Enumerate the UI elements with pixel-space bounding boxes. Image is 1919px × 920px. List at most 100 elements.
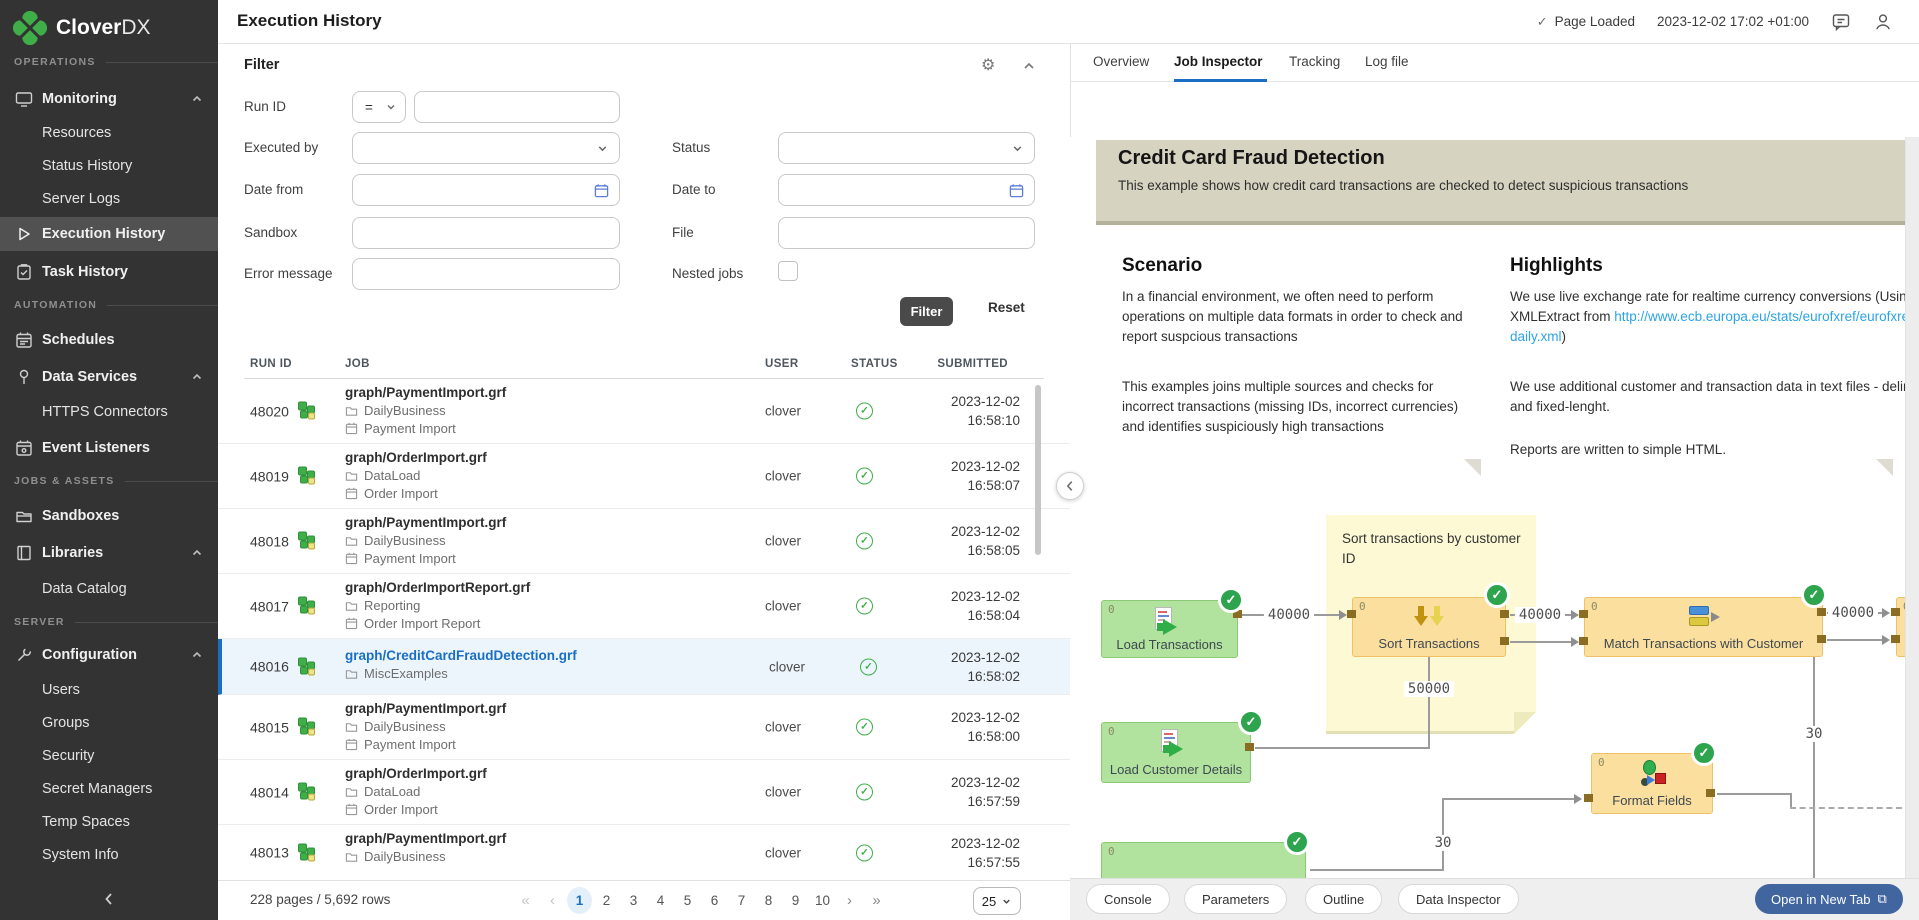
- sidebar-item-resources[interactable]: Resources: [0, 116, 218, 150]
- file-input[interactable]: [778, 217, 1035, 249]
- node-load-transactions[interactable]: 0 Load Transactions: [1101, 600, 1238, 658]
- data-reader-icon: [1159, 729, 1193, 759]
- tab-log-file[interactable]: Log file: [1365, 54, 1409, 69]
- column-header-run-id[interactable]: RUN ID: [250, 358, 292, 370]
- highlights-heading: Highlights: [1510, 255, 1603, 277]
- graph-canvas[interactable]: Credit Card Fraud Detection This example…: [1070, 137, 1919, 878]
- sandbox-input[interactable]: [352, 217, 620, 249]
- node-match-transactions[interactable]: 0 Match Transactions with Customer: [1584, 597, 1823, 657]
- app-title: CloverDX: [56, 16, 151, 40]
- app-logo[interactable]: CloverDX: [13, 11, 151, 45]
- table-row[interactable]: 48017 graph/OrderImportReport.grf Report…: [218, 574, 1070, 639]
- canvas-scrollbar-track[interactable]: [1905, 137, 1919, 878]
- scenario-heading: Scenario: [1122, 255, 1202, 277]
- note-text: Sort transactions by customer ID: [1326, 515, 1536, 569]
- filter-reset-button[interactable]: Reset: [988, 300, 1025, 315]
- filter-collapse-chevron-icon[interactable]: [1021, 59, 1037, 73]
- column-header-job[interactable]: JOB: [345, 358, 370, 370]
- sidebar-item-temp-spaces[interactable]: Temp Spaces: [0, 805, 218, 839]
- chevron-up-icon[interactable]: [190, 648, 204, 662]
- page-button[interactable]: 3: [621, 887, 646, 914]
- sidebar-item-server-logs[interactable]: Server Logs: [0, 182, 218, 216]
- previous-page-button[interactable]: ‹: [540, 887, 565, 914]
- sidebar-item-libraries[interactable]: Libraries: [0, 536, 218, 570]
- filter-apply-button[interactable]: Filter: [900, 297, 953, 326]
- edge: [1717, 793, 1792, 795]
- column-header-submitted[interactable]: SUBMITTED: [937, 358, 1008, 370]
- page-button[interactable]: 5: [675, 887, 700, 914]
- sidebar-item-schedules[interactable]: Schedules: [0, 323, 218, 357]
- table-scrollbar[interactable]: [1035, 385, 1041, 555]
- table-row[interactable]: 48020 graph/PaymentImport.grf DailyBusin…: [218, 379, 1070, 444]
- page-button[interactable]: 6: [702, 887, 727, 914]
- first-page-button[interactable]: «: [513, 887, 538, 914]
- chevron-up-icon[interactable]: [190, 92, 204, 106]
- page-size-select[interactable]: 25: [973, 887, 1021, 915]
- open-in-new-tab-button[interactable]: Open in New Tab ⧉: [1755, 884, 1903, 914]
- user-cell: clover: [765, 404, 801, 419]
- nested-jobs-checkbox[interactable]: [778, 261, 798, 281]
- page-button[interactable]: 4: [648, 887, 673, 914]
- sidebar-item-monitoring[interactable]: Monitoring: [0, 82, 218, 116]
- sidebar-item-groups[interactable]: Groups: [0, 706, 218, 740]
- data-inspector-button[interactable]: Data Inspector: [1398, 884, 1519, 914]
- tab-tracking[interactable]: Tracking: [1289, 54, 1340, 69]
- table-row[interactable]: 48019 graph/OrderImport.grf DataLoad Ord…: [218, 444, 1070, 509]
- sidebar-item-sandboxes[interactable]: Sandboxes: [0, 499, 218, 533]
- table-row[interactable]: 48015 graph/PaymentImport.grf DailyBusin…: [218, 695, 1070, 760]
- sidebar-item-configuration[interactable]: Configuration: [0, 638, 218, 672]
- page-button[interactable]: 2: [594, 887, 619, 914]
- tab-overview[interactable]: Overview: [1093, 54, 1149, 69]
- error-message-input[interactable]: [352, 258, 620, 290]
- sidebar-item-users[interactable]: Users: [0, 673, 218, 707]
- outline-button[interactable]: Outline: [1305, 884, 1382, 914]
- date-from-input[interactable]: [352, 174, 620, 206]
- node-sort-transactions[interactable]: 0 Sort Transactions: [1352, 597, 1506, 657]
- user-cell: clover: [769, 659, 805, 674]
- sidebar-item-event-listeners[interactable]: Event Listeners: [0, 431, 218, 465]
- output-port: [1245, 743, 1254, 751]
- sidebar-item-data-services[interactable]: Data Services: [0, 360, 218, 394]
- page-button[interactable]: 7: [729, 887, 754, 914]
- sidebar-item-data-catalog[interactable]: Data Catalog: [0, 572, 218, 606]
- calendar-star-icon: [15, 439, 33, 457]
- page-button[interactable]: 9: [783, 887, 808, 914]
- filter-settings-gear-icon[interactable]: ⚙: [981, 55, 995, 75]
- node-load-customer-details[interactable]: 0 Load Customer Details: [1101, 722, 1251, 783]
- sidebar-item-system-info[interactable]: System Info: [0, 838, 218, 872]
- status-success-icon: ✓: [856, 468, 873, 485]
- sidebar-collapse-button[interactable]: [0, 884, 218, 914]
- table-row[interactable]: 48013 graph/PaymentImport.grf DailyBusin…: [218, 825, 1070, 880]
- user-account-icon[interactable]: [1873, 12, 1893, 32]
- tab-job-inspector[interactable]: Job Inspector: [1174, 54, 1263, 69]
- column-header-user[interactable]: USER: [765, 358, 799, 370]
- chevron-up-icon[interactable]: [190, 546, 204, 560]
- page-button[interactable]: 1: [567, 887, 592, 914]
- run-id-input[interactable]: [414, 91, 620, 123]
- sidebar-item-task-history[interactable]: Task History: [0, 255, 218, 289]
- table-row-selected[interactable]: 48016 graph/CreditCardFraudDetection.grf…: [218, 639, 1070, 695]
- sidebar-item-execution-history[interactable]: Execution History: [0, 217, 218, 251]
- library-icon: [15, 544, 33, 562]
- feedback-chat-icon[interactable]: [1831, 12, 1851, 32]
- page-button[interactable]: 10: [810, 887, 835, 914]
- console-button[interactable]: Console: [1086, 884, 1170, 914]
- executed-by-select[interactable]: [352, 132, 620, 164]
- sidebar-item-security[interactable]: Security: [0, 739, 218, 773]
- status-select[interactable]: [778, 132, 1035, 164]
- parameters-button[interactable]: Parameters: [1184, 884, 1287, 914]
- run-id-operator-select[interactable]: =: [352, 91, 406, 123]
- column-header-status[interactable]: STATUS: [851, 358, 898, 370]
- table-row[interactable]: 48018 graph/PaymentImport.grf DailyBusin…: [218, 509, 1070, 574]
- panel-collapse-handle[interactable]: [1056, 472, 1084, 500]
- node-partial-bottom[interactable]: 0: [1101, 842, 1306, 878]
- chevron-up-icon[interactable]: [190, 370, 204, 384]
- sidebar-item-https-connectors[interactable]: HTTPS Connectors: [0, 395, 218, 429]
- sidebar-item-status-history[interactable]: Status History: [0, 149, 218, 183]
- sidebar-item-secret-managers[interactable]: Secret Managers: [0, 772, 218, 806]
- date-to-input[interactable]: [778, 174, 1035, 206]
- next-page-button[interactable]: ›: [837, 887, 862, 914]
- page-button[interactable]: 8: [756, 887, 781, 914]
- table-row[interactable]: 48014 graph/OrderImport.grf DataLoad Ord…: [218, 760, 1070, 825]
- last-page-button[interactable]: »: [864, 887, 889, 914]
